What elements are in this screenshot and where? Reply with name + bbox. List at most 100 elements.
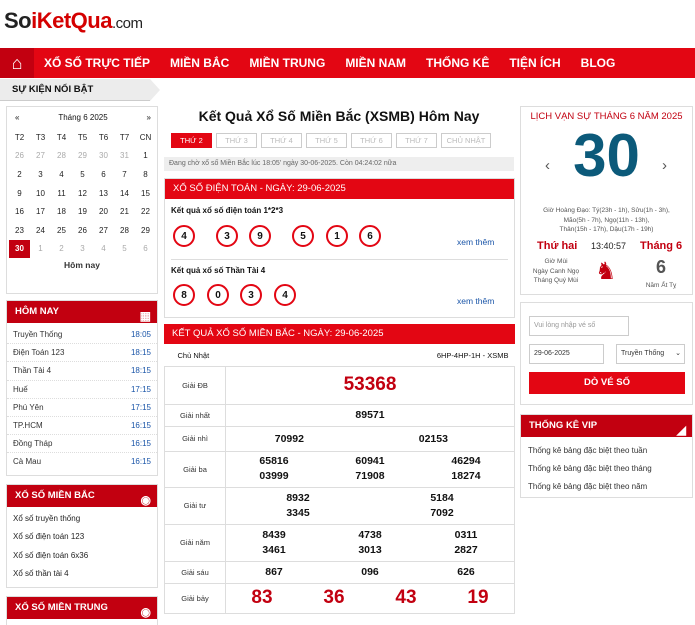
today-item[interactable]: Cà Mau 16:15	[7, 453, 157, 471]
calendar-day[interactable]: 29	[135, 221, 156, 240]
dien-toan-box: XỔ SỐ ĐIỆN TOÁN - NGÀY: 29-06-2025 Kết q…	[164, 178, 515, 318]
prize-value: 5184	[430, 491, 454, 504]
see-more-link[interactable]: xem thêm	[457, 296, 494, 306]
site-logo[interactable]: SoiKetQua.com	[4, 8, 143, 34]
tab-chu-nhat[interactable]: CHỦ NHẬT	[441, 133, 491, 148]
calendar-day[interactable]: 2	[51, 240, 72, 259]
mien-bac-link[interactable]: Xổ số điện toán 123	[7, 528, 157, 546]
nav-mien-nam[interactable]: MIỀN NAM	[335, 48, 416, 78]
calendar-day[interactable]: 1	[135, 147, 156, 166]
calendar-day[interactable]: 28	[114, 221, 135, 240]
prize-value: 83	[251, 587, 273, 608]
see-more-link[interactable]: xem thêm	[457, 237, 494, 247]
calendar-day[interactable]: 4	[93, 240, 114, 259]
nav-thong-ke[interactable]: THỐNG KÊ	[416, 48, 499, 78]
type-select[interactable]: Truyền Thống ⌄	[616, 344, 685, 364]
calendar-day-selected[interactable]: 30	[9, 239, 30, 259]
calendar-day[interactable]: 19	[72, 202, 93, 221]
calendar-day[interactable]: 6	[93, 165, 114, 184]
today-item[interactable]: Điện Toán 123 18:15	[7, 344, 157, 363]
calendar-day[interactable]: 18	[51, 202, 72, 221]
calendar-day[interactable]: 12	[72, 184, 93, 203]
calendar-day[interactable]: 7	[114, 165, 135, 184]
mien-bac-link[interactable]: Xổ số truyền thống	[7, 510, 157, 528]
featured-events-label[interactable]: SỰ KIỆN NỔI BẬT	[0, 79, 160, 101]
tab-thu-7[interactable]: THỨ 7	[396, 133, 437, 148]
home-icon[interactable]: ⌂	[0, 48, 34, 78]
calendar-day[interactable]: 21	[114, 202, 135, 221]
vip-link[interactable]: Thống kê bảng đặc biệt theo tháng	[528, 460, 685, 478]
calendar-day[interactable]: 23	[9, 221, 30, 240]
calendar-day[interactable]: 6	[135, 240, 156, 259]
calendar-day[interactable]: 29	[72, 147, 93, 166]
tab-thu-6[interactable]: THỨ 6	[351, 133, 392, 148]
calendar-day[interactable]: 3	[72, 240, 93, 259]
calendar-day[interactable]: 27	[93, 221, 114, 240]
nav-mien-bac[interactable]: MIỀN BẮC	[160, 48, 239, 78]
tab-thu-5[interactable]: THỨ 5	[306, 133, 347, 148]
calendar-day[interactable]: 4	[51, 165, 72, 184]
calendar-day[interactable]: 16	[9, 202, 30, 221]
nav-truc-tiep[interactable]: XỔ SỐ TRỰC TIẾP	[34, 48, 160, 78]
today-item[interactable]: Truyền Thống 18:05	[7, 326, 157, 345]
today-item[interactable]: Thần Tài 4 18:15	[7, 362, 157, 381]
calendar-day[interactable]: 13	[93, 184, 114, 203]
results-table: Chủ Nhật 6HP-4HP-1H - XSMB Giải ĐB 53368 …	[164, 345, 515, 614]
ticket-number-input[interactable]: Vui lòng nhập vé số	[529, 316, 629, 336]
calendar-day[interactable]: 11	[51, 184, 72, 203]
mien-bac-link[interactable]: Xổ số thần tài 4	[7, 565, 157, 583]
mien-trung-box-header: XỔ SỐ MIỀN TRUNG ◉	[7, 597, 157, 619]
calendar-day[interactable]: 27	[30, 147, 51, 166]
today-item[interactable]: TP.HCM 16:15	[7, 417, 157, 436]
today-item[interactable]: Phú Yên 17:15	[7, 399, 157, 417]
calendar-day[interactable]: 14	[114, 184, 135, 203]
calendar-day[interactable]: 3	[30, 165, 51, 184]
calendar-day[interactable]: 20	[93, 202, 114, 221]
next-day-icon[interactable]: ›	[662, 157, 667, 174]
prize-value: 8932	[286, 491, 310, 504]
calendar-day[interactable]: 26	[72, 221, 93, 240]
prize-value: 70992	[224, 425, 353, 452]
calendar-day[interactable]: 1	[30, 240, 51, 259]
check-ticket-button[interactable]: DÒ VÉ SỐ	[529, 372, 685, 394]
nav-blog[interactable]: BLOG	[571, 48, 626, 78]
weekday-header: T4	[56, 132, 67, 142]
calendar-day[interactable]: 2	[9, 165, 30, 184]
prev-day-icon[interactable]: ‹	[545, 157, 550, 174]
nav-tien-ich[interactable]: TIỆN ÍCH	[499, 48, 570, 78]
prize-name: Giải sáu	[164, 560, 226, 584]
calendar-day[interactable]: 9	[9, 184, 30, 203]
date-input[interactable]: 29-06-2025	[529, 344, 604, 364]
calendar-day[interactable]: 10	[30, 184, 51, 203]
nav-mien-trung[interactable]: MIỀN TRUNG	[239, 48, 335, 78]
tab-thu-3[interactable]: THỨ 3	[216, 133, 257, 148]
calendar-day[interactable]: 28	[51, 147, 72, 166]
calendar-day[interactable]: 22	[135, 202, 156, 221]
calendar-prev[interactable]: «	[15, 113, 19, 122]
calendar-today-button[interactable]: Hôm nay	[7, 260, 157, 270]
calendar-day[interactable]: 25	[51, 221, 72, 240]
calendar-day[interactable]: 5	[114, 240, 135, 259]
prize-value: 3461	[262, 543, 286, 556]
vip-link[interactable]: Thống kê bảng đặc biệt theo năm	[528, 478, 685, 496]
calendar-day[interactable]: 31	[114, 147, 135, 166]
tab-thu-2[interactable]: THỨ 2	[171, 133, 212, 148]
prize-value: 7092	[430, 506, 454, 519]
today-box-header: HÔM NAY ▦	[7, 301, 157, 323]
calendar-day[interactable]: 24	[30, 221, 51, 240]
mien-bac-link[interactable]: Xổ số điện toán 6x36	[7, 547, 157, 565]
prize-value: 02153	[352, 425, 515, 452]
calendar-day[interactable]: 8	[135, 165, 156, 184]
calendar-next[interactable]: »	[147, 113, 151, 122]
calendar-day[interactable]: 30	[93, 147, 114, 166]
vip-link[interactable]: Thống kê bảng đặc biệt theo tuần	[528, 442, 685, 460]
today-item[interactable]: Đồng Tháp 16:15	[7, 435, 157, 454]
calendar-day[interactable]: 26	[9, 147, 30, 166]
calendar-day[interactable]: 17	[30, 202, 51, 221]
dien-toan-label: Kết quả xổ số điện toán 1*2*3	[171, 206, 284, 215]
tab-thu-4[interactable]: THỨ 4	[261, 133, 302, 148]
globe-icon: ◉	[140, 605, 151, 619]
calendar-day[interactable]: 15	[135, 184, 156, 203]
today-item[interactable]: Huế 17:15	[7, 381, 157, 399]
calendar-day[interactable]: 5	[72, 165, 93, 184]
